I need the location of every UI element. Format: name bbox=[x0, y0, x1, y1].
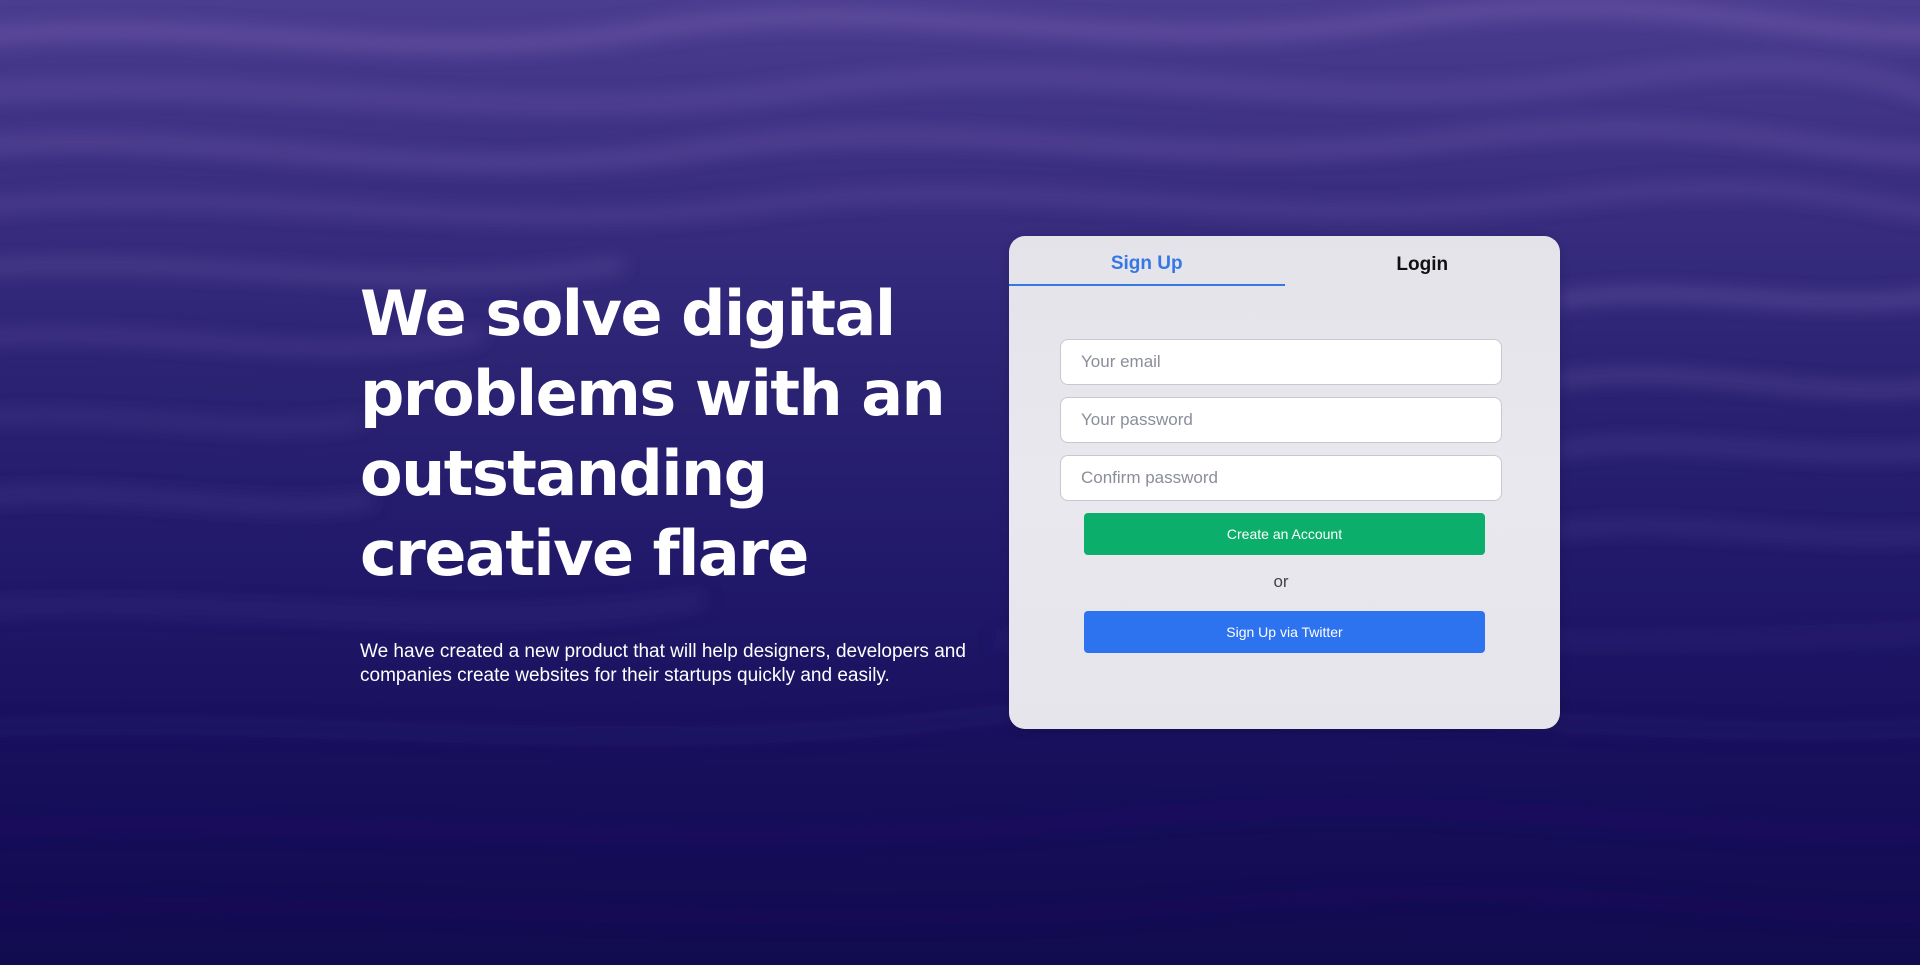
hero-section: We solve digital problems with an outsta… bbox=[360, 274, 980, 688]
twitter-signup-button[interactable]: Sign Up via Twitter bbox=[1084, 611, 1485, 653]
hero-subtitle: We have created a new product that will … bbox=[360, 641, 966, 686]
tab-login[interactable]: Login bbox=[1285, 236, 1561, 286]
tab-sign-up[interactable]: Sign Up bbox=[1009, 236, 1285, 286]
confirm-password-field[interactable] bbox=[1060, 455, 1502, 501]
hero-title: We solve digital problems with an outsta… bbox=[360, 277, 946, 590]
signup-card: Sign Up Login Create an Account or Sign … bbox=[1009, 236, 1560, 729]
signup-form: Create an Account or Sign Up via Twitter bbox=[1060, 339, 1502, 653]
auth-tabs: Sign Up Login bbox=[1009, 236, 1560, 286]
or-divider: or bbox=[1273, 572, 1289, 591]
email-field[interactable] bbox=[1060, 339, 1502, 385]
password-field[interactable] bbox=[1060, 397, 1502, 443]
create-account-button[interactable]: Create an Account bbox=[1084, 513, 1485, 555]
